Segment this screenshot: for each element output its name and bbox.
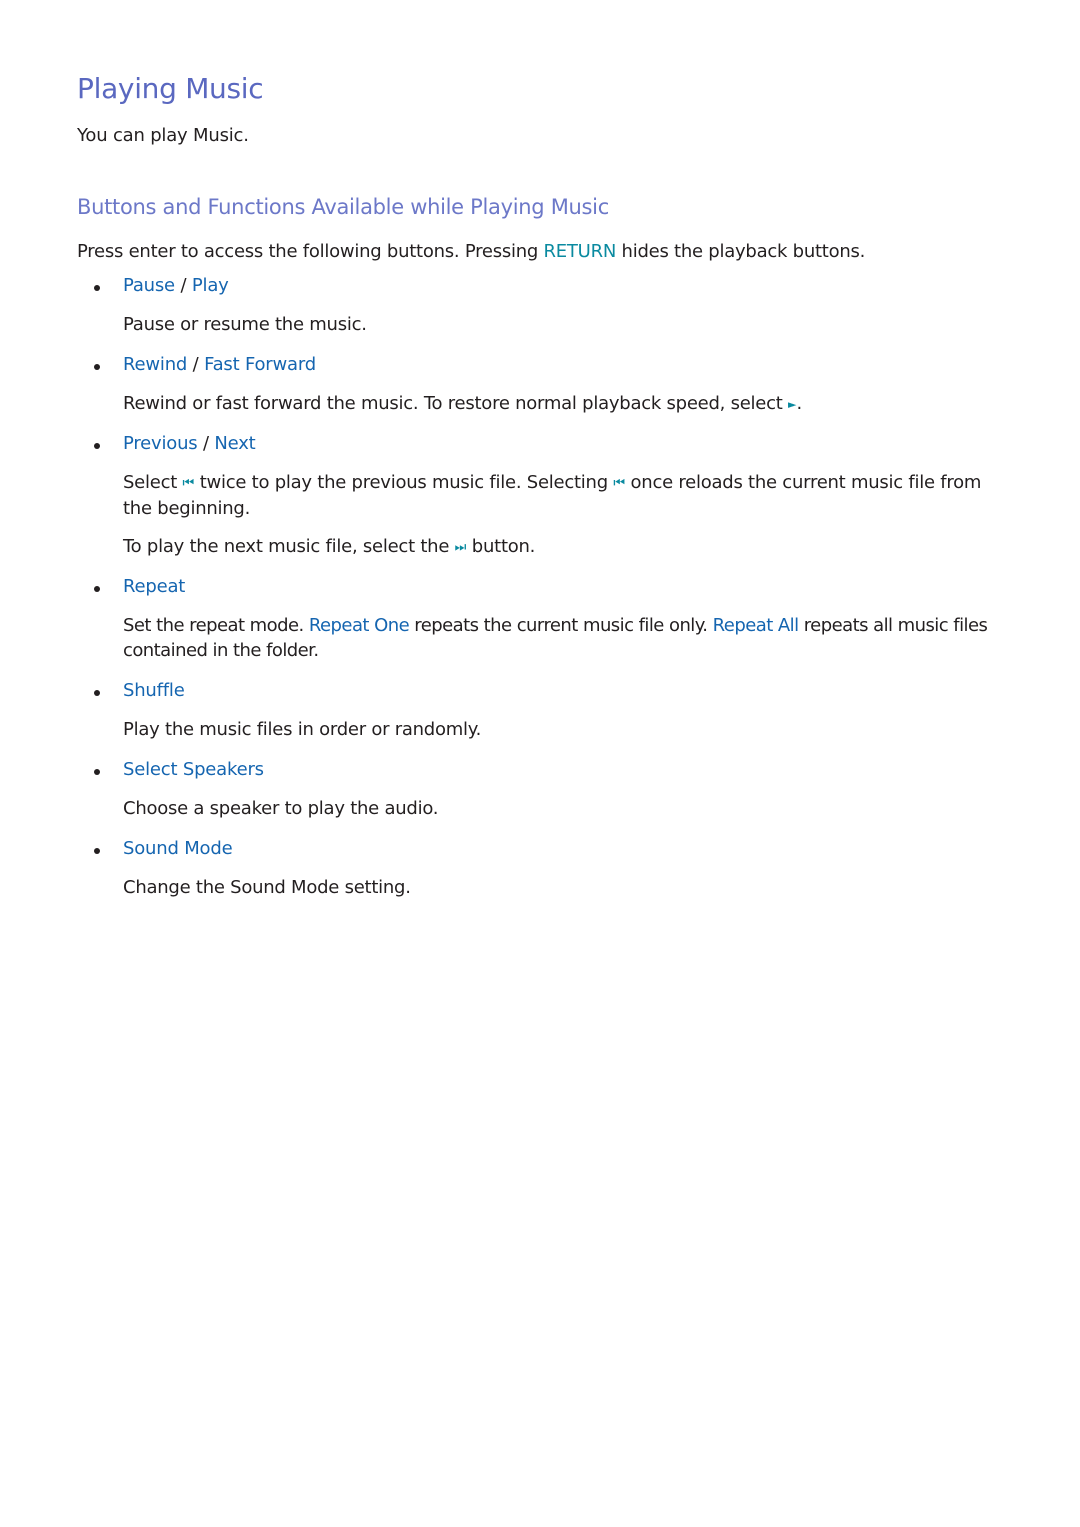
bullet-icon bbox=[94, 285, 100, 291]
desc-text: twice to play the previous music file. S… bbox=[194, 472, 614, 493]
play-label: Play bbox=[191, 275, 229, 296]
play-icon: ► bbox=[788, 398, 797, 411]
item-description: Change the Sound Mode setting. bbox=[123, 877, 411, 898]
pause-label: Pause bbox=[123, 275, 175, 296]
item-description: Play the music files in order or randoml… bbox=[123, 719, 482, 740]
item-description: Set the repeat mode. Repeat One repeats … bbox=[123, 613, 1013, 663]
item-title: Pause / Play bbox=[123, 275, 229, 296]
desc-text: Select bbox=[123, 472, 183, 493]
lead-text-end: hides the playback buttons. bbox=[616, 241, 866, 262]
desc-text: button. bbox=[466, 536, 536, 557]
repeat-all-label: Repeat All bbox=[712, 615, 799, 636]
bullet-icon bbox=[94, 769, 100, 775]
item-description: Pause or resume the music. bbox=[123, 314, 367, 335]
skip-next-icon: ⏭ bbox=[454, 540, 467, 555]
item-title: Shuffle bbox=[123, 680, 185, 701]
list-item-select-speakers: Select Speakers Choose a speaker to play… bbox=[77, 759, 1007, 819]
page-title: Playing Music bbox=[77, 72, 264, 105]
rewind-label: Rewind bbox=[123, 354, 188, 375]
list-item-previous-next: Previous / Next Select ⏮ twice to play t… bbox=[77, 433, 1007, 557]
list-item-repeat: Repeat Set the repeat mode. Repeat One r… bbox=[77, 576, 1007, 661]
return-key-label: RETURN bbox=[543, 241, 617, 262]
list-item-rewind-fastforward: Rewind / Fast Forward Rewind or fast for… bbox=[77, 354, 1007, 414]
item-description-2: To play the next music file, select the … bbox=[123, 534, 1013, 560]
item-description: Rewind or fast forward the music. To res… bbox=[123, 391, 1013, 417]
section-title: Buttons and Functions Available while Pl… bbox=[77, 195, 609, 219]
bullet-icon bbox=[94, 586, 100, 592]
skip-previous-icon: ⏮ bbox=[613, 476, 625, 491]
bullet-icon bbox=[94, 364, 100, 370]
desc-text: Rewind or fast forward the music. To res… bbox=[123, 393, 789, 414]
intro-text: You can play Music. bbox=[77, 125, 249, 146]
skip-previous-icon: ⏮ bbox=[182, 476, 195, 491]
item-title: Rewind / Fast Forward bbox=[123, 354, 316, 375]
separator: / bbox=[187, 354, 205, 375]
separator: / bbox=[197, 433, 215, 454]
item-title: Select Speakers bbox=[123, 759, 264, 780]
lead-text: Press enter to access the following butt… bbox=[77, 241, 544, 262]
list-item-shuffle: Shuffle Play the music files in order or… bbox=[77, 680, 1007, 740]
previous-label: Previous bbox=[123, 433, 198, 454]
desc-text: Set the repeat mode. bbox=[123, 615, 309, 636]
desc-text: To play the next music file, select the bbox=[123, 536, 455, 557]
desc-text: repeats the current music file only. bbox=[409, 615, 713, 636]
separator: / bbox=[174, 275, 192, 296]
item-description: Select ⏮ twice to play the previous musi… bbox=[123, 470, 1013, 521]
list-item-sound-mode: Sound Mode Change the Sound Mode setting… bbox=[77, 838, 1007, 898]
section-lead: Press enter to access the following butt… bbox=[77, 241, 865, 262]
item-description: Choose a speaker to play the audio. bbox=[123, 798, 439, 819]
item-title: Previous / Next bbox=[123, 433, 256, 454]
repeat-one-label: Repeat One bbox=[308, 615, 410, 636]
item-title: Sound Mode bbox=[123, 838, 233, 859]
list-item-pause-play: Pause / Play Pause or resume the music. bbox=[77, 275, 1007, 335]
desc-text-end: . bbox=[796, 393, 803, 414]
item-title: Repeat bbox=[123, 576, 186, 597]
bullet-icon bbox=[94, 690, 100, 696]
next-label: Next bbox=[214, 433, 256, 454]
bullet-icon bbox=[94, 848, 100, 854]
bullet-icon bbox=[94, 443, 100, 449]
fast-forward-label: Fast Forward bbox=[204, 354, 316, 375]
